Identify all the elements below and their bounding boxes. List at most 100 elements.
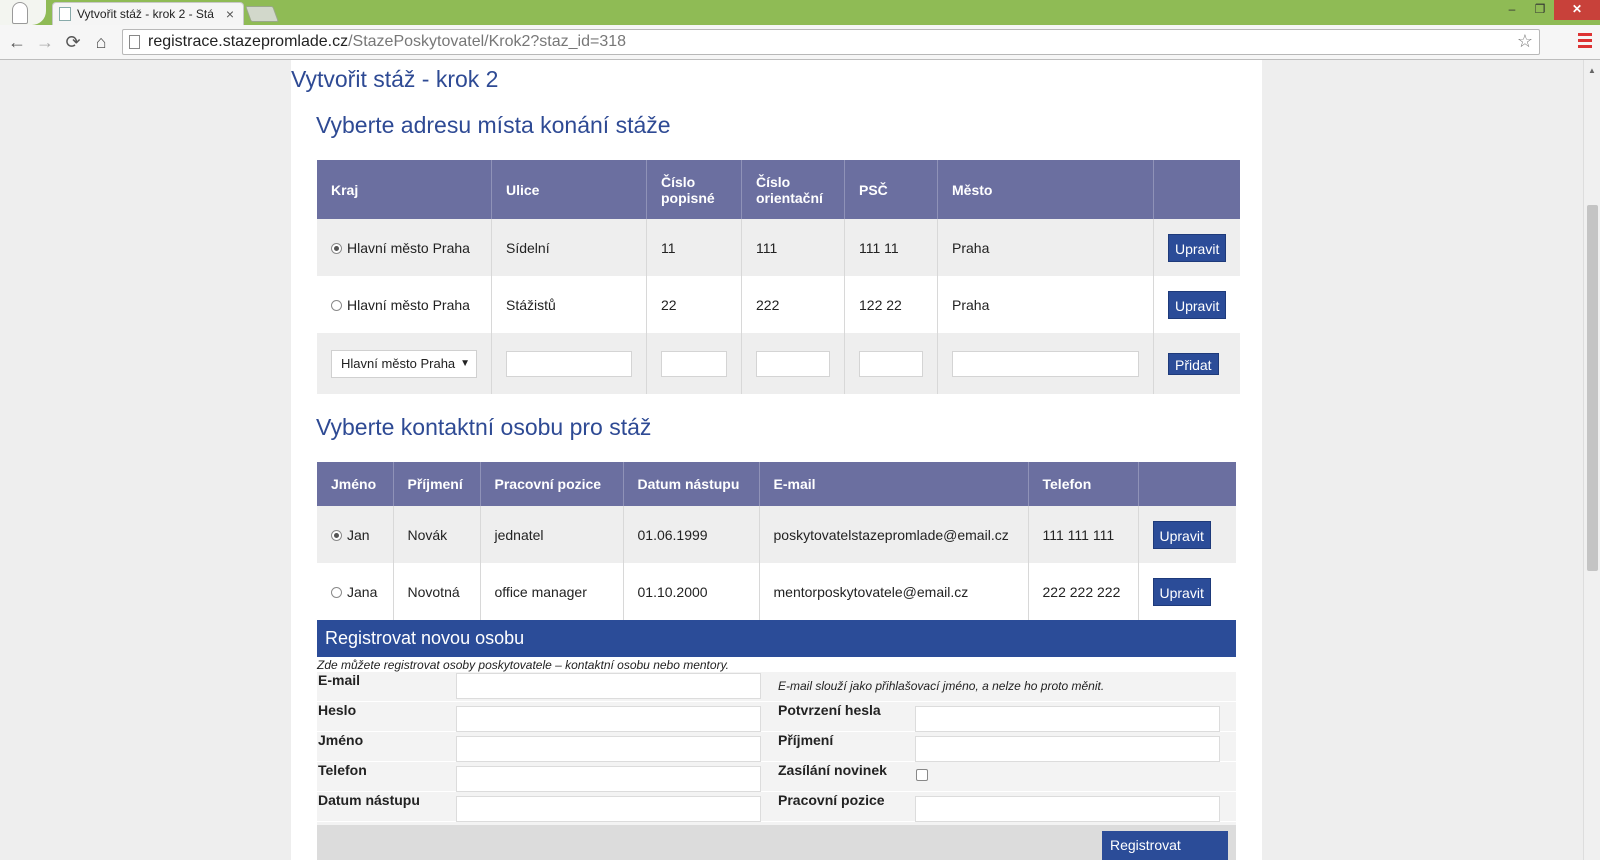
address-cp: 11: [646, 219, 742, 276]
mesto-input[interactable]: [952, 350, 1139, 377]
prijmeni-field[interactable]: [915, 736, 1220, 762]
restore-button[interactable]: ❐: [1526, 0, 1554, 20]
address-mesto: Praha: [937, 219, 1154, 276]
contact-prijmeni: Novák: [393, 506, 481, 563]
contact-jmeno-cell: Jan: [317, 506, 394, 563]
email-note: E-mail slouží jako přihlašovací jméno, a…: [778, 679, 1105, 693]
tab-close-icon[interactable]: ×: [223, 6, 237, 22]
back-icon[interactable]: ←: [6, 31, 28, 53]
potvrzeni-hesla-label: Potvrzení hesla: [778, 702, 881, 718]
form-row-email: E-mail E-mail slouží jako přihlašovací j…: [317, 672, 1236, 702]
pracovni-pozice-field[interactable]: [915, 796, 1220, 822]
edit-address-button[interactable]: Upravit: [1168, 290, 1227, 319]
browser-menu-icon[interactable]: [1578, 33, 1592, 49]
ulice-input[interactable]: [506, 350, 632, 377]
col-prijmeni: Příjmení: [393, 462, 481, 506]
contact-radio[interactable]: [331, 586, 342, 598]
potvrzeni-hesla-field[interactable]: [915, 706, 1220, 732]
col-cislo-popisne: Číslo popisné: [646, 160, 742, 219]
address-kraj: Hlavní město Praha: [347, 296, 470, 313]
pracovni-pozice-label: Pracovní pozice: [778, 792, 885, 808]
scrollbar-thumb[interactable]: [1587, 205, 1598, 571]
registration-header: Registrovat novou osobu: [317, 620, 1236, 657]
contact-radio[interactable]: [331, 529, 342, 541]
contact-pozice: office manager: [480, 563, 624, 620]
browser-titlebar: Vytvořit stáž - krok 2 - Stá × – ❐ ✕: [0, 0, 1600, 25]
contact-email: poskytovatelstazepromlade@email.cz: [759, 506, 1029, 563]
contact-pozice: jednatel: [480, 506, 624, 563]
new-psc-cell: [844, 333, 938, 394]
datum-nastupu-label: Datum nástupu: [318, 792, 420, 808]
address-kraj-cell: Hlavní město Praha: [317, 219, 492, 276]
form-row-heslo: Heslo Potvrzení hesla: [317, 702, 1236, 732]
form-row-datum: Datum nástupu Pracovní pozice: [317, 792, 1236, 822]
form-row-jmeno: Jméno Příjmení: [317, 732, 1236, 762]
scroll-up-icon[interactable]: ▲: [1588, 66, 1596, 75]
new-ulice-cell: [491, 333, 647, 394]
table-row: Jana Novotná office manager 01.10.2000 m…: [317, 563, 1236, 620]
contact-telefon: 111 111 111: [1028, 506, 1139, 563]
email-label: E-mail: [318, 672, 361, 688]
add-address-button[interactable]: Přidat: [1168, 352, 1219, 375]
cislo-orientacni-input[interactable]: [756, 350, 830, 377]
contact-datum: 01.10.2000: [623, 563, 760, 620]
address-radio[interactable]: [331, 299, 342, 311]
heslo-field[interactable]: [456, 706, 761, 732]
address-kraj: Hlavní město Praha: [347, 239, 470, 256]
address-co: 222: [741, 276, 845, 333]
email-field[interactable]: [456, 673, 761, 699]
profile-button[interactable]: [0, 0, 46, 25]
edit-contact-button[interactable]: Upravit: [1152, 577, 1211, 606]
minimize-button[interactable]: –: [1498, 0, 1526, 20]
col-ulice: Ulice: [491, 160, 647, 219]
contact-jmeno: Jana: [347, 583, 378, 600]
form-row-telefon: Telefon Zasílání novinek: [317, 762, 1236, 792]
kraj-select[interactable]: Hlavní město Praha ▼: [331, 349, 477, 378]
jmeno-field[interactable]: [456, 736, 761, 762]
home-icon[interactable]: ⌂: [90, 31, 112, 53]
registration-intro: Zde můžete registrovat osoby poskytovate…: [317, 658, 730, 672]
address-co: 111: [741, 219, 845, 276]
zasilani-novinek-checkbox[interactable]: [916, 769, 928, 781]
address-ulice: Stážistů: [491, 276, 647, 333]
address-section-title: Vyberte adresu místa konání stáže: [316, 112, 671, 138]
register-button[interactable]: Registrovat: [1102, 831, 1228, 860]
address-radio[interactable]: [331, 242, 342, 254]
address-bar[interactable]: registrace.stazepromlade.cz/StazePoskyto…: [122, 29, 1540, 55]
col-kraj: Kraj: [317, 160, 492, 219]
forward-icon[interactable]: →: [34, 31, 56, 53]
table-row: Jan Novák jednatel 01.06.1999 poskytovat…: [317, 506, 1236, 563]
registration-footer: Registrovat: [317, 825, 1236, 860]
bookmark-star-icon[interactable]: ☆: [1517, 31, 1533, 52]
contact-action-cell: Upravit: [1138, 506, 1236, 563]
page-scrollbar[interactable]: ▲: [1583, 60, 1600, 860]
telefon-field[interactable]: [456, 766, 761, 792]
cislo-popisne-input[interactable]: [661, 350, 727, 377]
contact-email: mentorposkytovatele@email.cz: [759, 563, 1029, 620]
psc-input[interactable]: [859, 350, 923, 377]
close-window-button[interactable]: ✕: [1554, 0, 1600, 20]
table-row: Hlavní město Praha Stážistů 22 222 122 2…: [317, 276, 1241, 333]
address-action-cell: Upravit: [1153, 276, 1241, 333]
browser-toolbar: ← → ⟳ ⌂ registrace.stazepromlade.cz/Staz…: [0, 25, 1600, 60]
new-kraj-cell: Hlavní město Praha ▼: [317, 333, 492, 394]
page-title: Vytvořit stáž - krok 2: [291, 66, 499, 92]
address-ulice: Sídelní: [491, 219, 647, 276]
edit-address-button[interactable]: Upravit: [1168, 233, 1227, 262]
contact-telefon: 222 222 222: [1028, 563, 1139, 620]
zasilani-novinek-label: Zasílání novinek: [778, 762, 887, 778]
edit-contact-button[interactable]: Upravit: [1152, 520, 1211, 549]
address-psc: 122 22: [844, 276, 938, 333]
col-actions: [1138, 462, 1236, 506]
contact-section-title: Vyberte kontaktní osobu pro stáž: [316, 414, 652, 440]
reload-icon[interactable]: ⟳: [62, 31, 84, 53]
contact-table: Jméno Příjmení Pracovní pozice Datum nás…: [317, 462, 1236, 620]
col-actions: [1153, 160, 1241, 219]
new-cp-cell: [646, 333, 742, 394]
new-tab-button[interactable]: [245, 6, 279, 22]
new-action-cell: Přidat: [1153, 333, 1241, 394]
browser-tab[interactable]: Vytvořit stáž - krok 2 - Stá ×: [52, 2, 244, 25]
datum-nastupu-field[interactable]: [456, 796, 761, 822]
url-host: registrace.stazepromlade.cz: [148, 33, 349, 50]
heslo-label: Heslo: [318, 702, 357, 718]
